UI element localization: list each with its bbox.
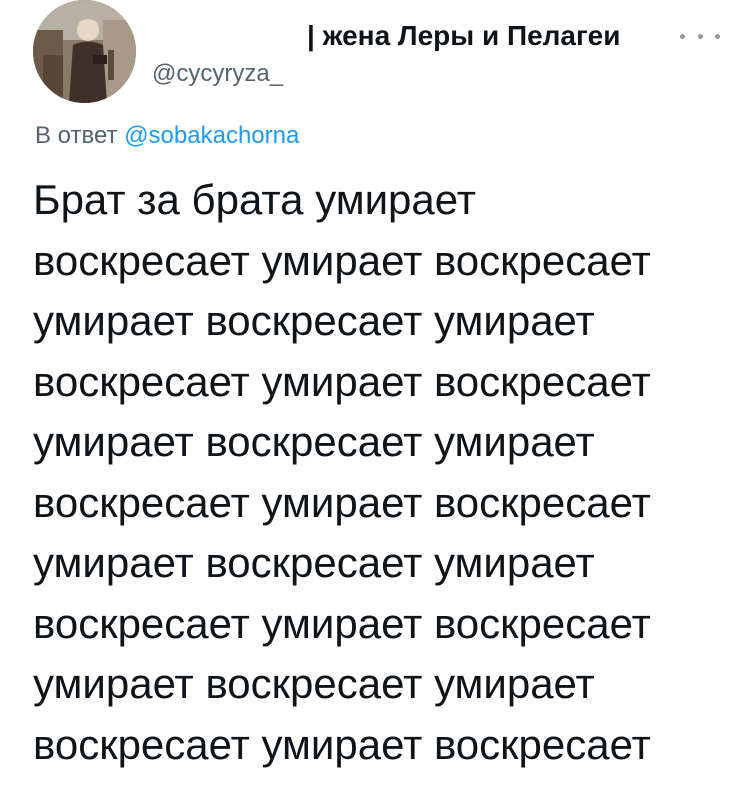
tweet-text: Брат за брата умирает воскресает умирает… [33,170,723,775]
user-handle[interactable]: @cycyryza_ [152,60,283,88]
tweet-text-line: умирает воскресает умирает [33,539,595,586]
tweet-text-line: умирает воскресает умирает [33,660,595,707]
reply-context: В ответ @sobakachorna [35,122,299,150]
tweet: | жена Леры и Пелагеи @cycyryza_ В ответ… [0,0,750,797]
profile-photo-icon [33,0,136,103]
tweet-text-line: воскресает умирает воскресает [33,357,651,405]
dot-icon [715,33,720,39]
tweet-text-line: умирает воскресает умирает [33,418,595,465]
display-name[interactable]: | жена Леры и Пелагеи [307,20,620,52]
tweet-text-line: Брат за брата умирает [33,176,476,223]
tweet-text-line: воскресает умирает воскресает [33,599,651,647]
dot-icon [697,33,703,39]
tweet-text-line: умирает воскресает умирает [33,297,595,344]
more-options-icon[interactable] [680,26,720,46]
tweet-text-line: воскресает умирает воскресает [33,236,651,284]
tweet-text-line: воскресает умирает воскресает [33,478,651,526]
dot-icon [680,33,685,39]
avatar[interactable] [33,0,136,103]
reply-prefix: В ответ [35,122,118,149]
tweet-text-line: воскресает умирает воскресает [33,720,651,768]
reply-mention-link[interactable]: @sobakachorna [124,122,299,149]
